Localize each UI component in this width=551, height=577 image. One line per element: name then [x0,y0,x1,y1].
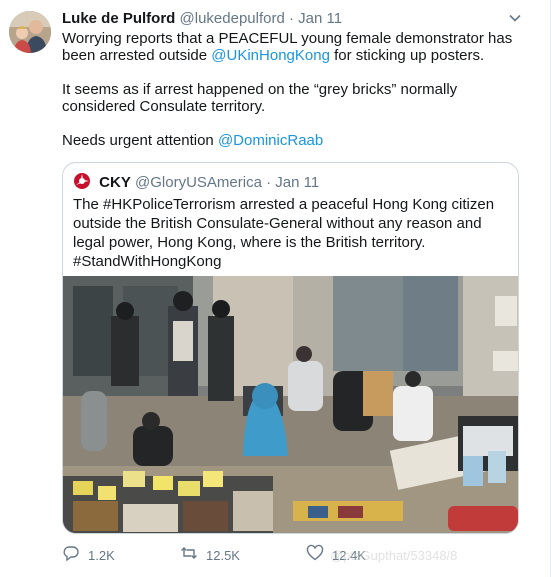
tweet-paragraph-1: Worrying reports that a PEACEFUL young f… [62,30,522,64]
hashtag-hkpoliceterrorism[interactable]: #HKPoliceTerrorism [103,196,236,213]
author-name[interactable]: Luke de Pulford [62,10,175,27]
quoted-tweet[interactable]: CKY @GloryUSAmerica · Jan 11 The #HKPoli… [62,162,519,534]
retweet-icon [180,544,206,569]
tweet-text-3a: Needs urgent attention [62,132,218,149]
retweet-button[interactable]: 12.5K [180,545,240,567]
reply-icon [62,544,88,569]
reply-button[interactable]: 1.2K [62,545,115,567]
image-watermark: @ptsGupthat/53348/8 [330,548,458,563]
mention-dominicraab[interactable]: @DominicRaab [218,132,323,149]
quoted-author-name[interactable]: CKY [99,174,131,191]
header-separator: · [288,10,294,27]
heart-icon [306,544,332,569]
tweet-card[interactable]: Luke de Pulford @lukedepulford · Jan 11 … [0,0,551,577]
mention-ukinhongkong[interactable]: @UKinHongKong [211,47,330,64]
reply-count: 1.2K [88,548,115,563]
tweet-header: Luke de Pulford @lukedepulford · Jan 11 [62,9,342,29]
tweet-actions: 1.2K 12.5K 12.4K [62,544,551,569]
tweet-date[interactable]: Jan 11 [298,10,342,27]
more-options-chevron-down-icon[interactable] [505,10,525,30]
quoted-tweet-text: The #HKPoliceTerrorism arrested a peacef… [73,195,513,271]
quoted-tweet-date[interactable]: Jan 11 [275,174,319,191]
quoted-header-separator: · [266,174,272,191]
retweet-count: 12.5K [206,548,240,563]
author-handle[interactable]: @lukedepulford [180,10,285,27]
hashtag-standwithhongkong[interactable]: #StandWithHongKong [73,253,221,270]
tweet-text-1b: for sticking up posters. [329,47,485,64]
tweet-paragraph-3: Needs urgent attention @DominicRaab [62,132,522,149]
author-avatar[interactable] [9,11,51,53]
quoted-author-avatar-flag-icon[interactable] [73,172,91,190]
tweet-text: Worrying reports that a PEACEFUL young f… [62,30,522,166]
quoted-author-handle[interactable]: @GloryUSAmerica [135,174,262,191]
street-arrest-photo[interactable] [63,276,518,533]
quoted-tweet-header: CKY @GloryUSAmerica · Jan 11 [73,172,319,193]
tweet-paragraph-2: It seems as if arrest happened on the “g… [62,81,458,115]
quoted-text-a: The [73,196,104,213]
